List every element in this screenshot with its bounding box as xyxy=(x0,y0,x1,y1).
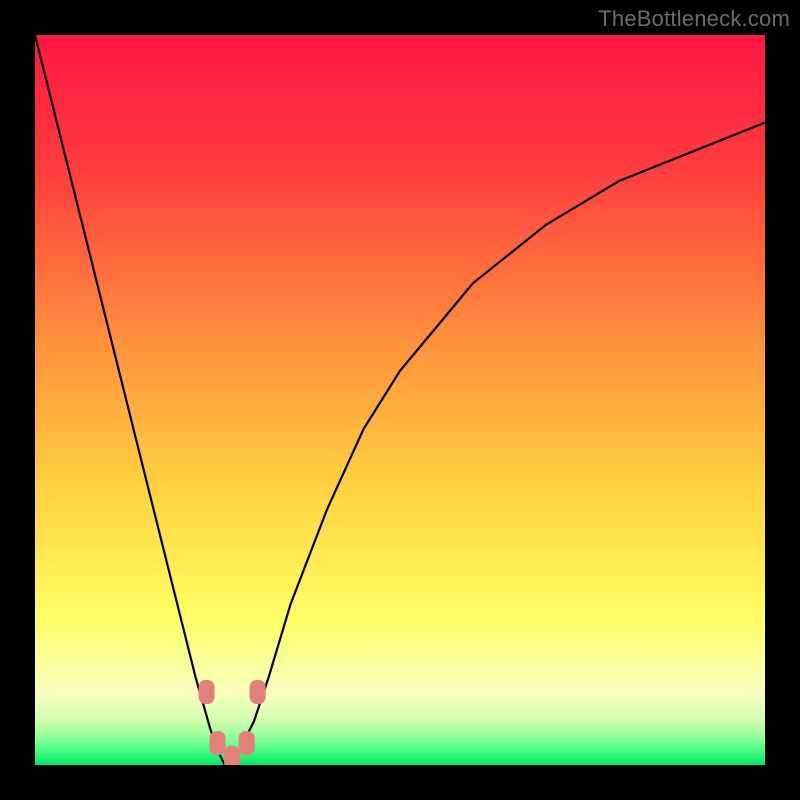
chart-frame: TheBottleneck.com xyxy=(0,0,800,800)
curve-marker xyxy=(224,746,240,765)
curve-marker xyxy=(250,680,266,704)
watermark-text: TheBottleneck.com xyxy=(598,6,790,32)
curve-marker xyxy=(199,680,215,704)
bottleneck-curve xyxy=(35,35,765,765)
plot-area xyxy=(35,35,765,765)
curve-marker xyxy=(210,731,226,755)
curve-marker xyxy=(239,731,255,755)
